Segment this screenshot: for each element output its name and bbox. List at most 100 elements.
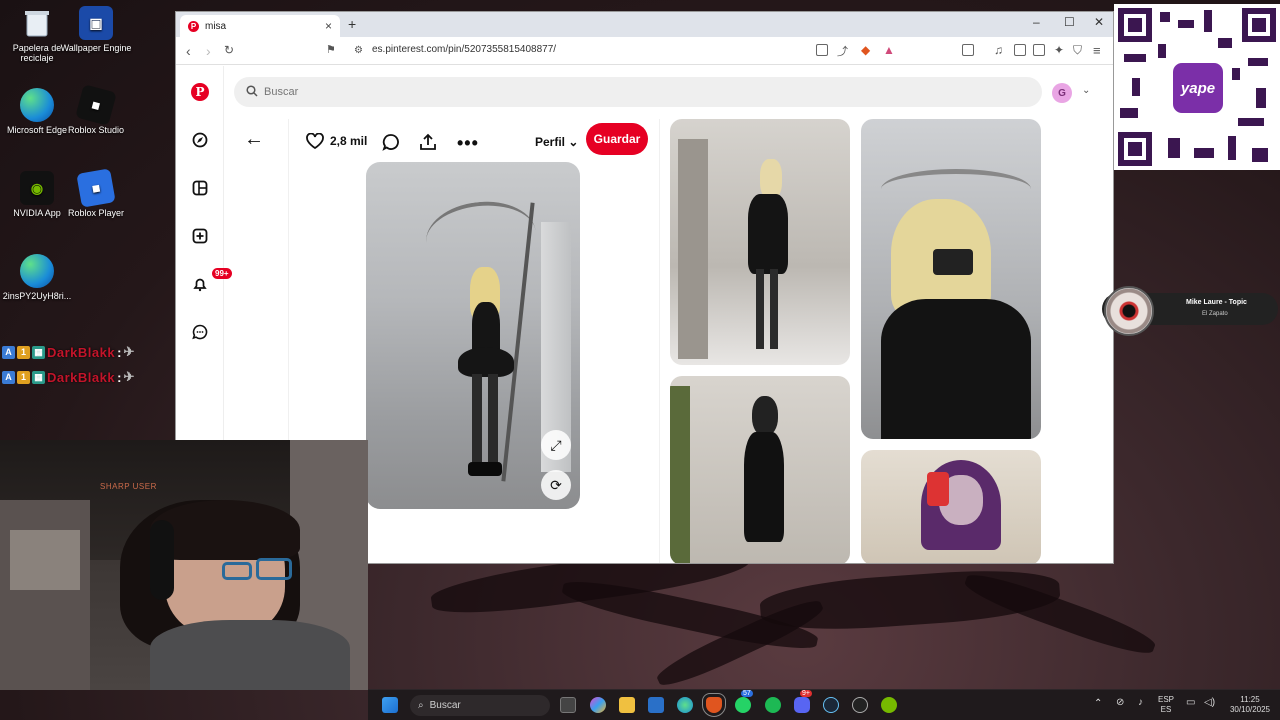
tab-title: misa — [205, 20, 227, 32]
create-icon[interactable] — [190, 226, 210, 246]
related-pin[interactable] — [861, 119, 1041, 439]
windows-start-icon[interactable] — [382, 697, 398, 713]
close-window-button[interactable]: ✕ — [1094, 15, 1104, 29]
language-top: ESP — [1158, 695, 1175, 704]
nvidia-icon[interactable] — [881, 697, 897, 713]
obs-icon[interactable] — [852, 697, 868, 713]
whatsapp-icon[interactable]: 57 — [735, 690, 753, 713]
store-icon[interactable] — [648, 697, 664, 713]
bookmark-icon[interactable]: ⚑ — [326, 43, 336, 56]
file-explorer-icon[interactable] — [619, 697, 635, 713]
messages-icon[interactable] — [190, 322, 210, 342]
site-info-icon[interactable]: ⚙ — [354, 45, 363, 56]
desktop-icon-roblox-player[interactable]: ■ Roblox Player — [59, 168, 133, 218]
clock-date: 30/10/2025 — [1229, 705, 1271, 714]
copilot-icon[interactable] — [590, 697, 606, 713]
profile-dropdown[interactable]: Perfil ⌄ — [535, 135, 578, 149]
chat-separator: : — [117, 369, 122, 385]
expand-icon[interactable]: ⤢ — [541, 430, 571, 460]
language-bottom: ES — [1160, 705, 1172, 714]
like-button[interactable]: 2,8 mil — [306, 133, 367, 149]
save-button[interactable]: Guardar — [586, 123, 648, 155]
tab-search-icon[interactable] — [962, 44, 974, 56]
desktop-icon-wallpaper-engine[interactable]: ▣ Wallpaper Engine — [59, 6, 133, 53]
music-subtitle: El Zapato — [1202, 311, 1228, 317]
taskbar-search[interactable]: ⌕ Buscar — [410, 695, 550, 716]
sidebar-icon[interactable] — [1014, 44, 1026, 56]
chat-badge-icon: ▦ — [32, 345, 45, 359]
clock[interactable]: 11:25 30/10/2025 — [1224, 695, 1276, 715]
chat-message: A 1 ▦ DarkBlakk : ✈ — [2, 344, 134, 360]
visual-search-icon[interactable]: ⟳ — [541, 470, 571, 500]
new-tab-button[interactable]: + — [348, 16, 356, 32]
brave-rewards-icon[interactable]: ▲ — [883, 43, 895, 57]
chevron-down-icon[interactable]: ⌄ — [1082, 85, 1090, 96]
reload-icon[interactable]: ↻ — [224, 43, 234, 57]
likes-count: 2,8 mil — [330, 134, 368, 148]
back-arrow-button[interactable]: ← — [244, 128, 264, 151]
tab-misa[interactable]: P misa × — [180, 15, 340, 37]
brave-icon[interactable] — [702, 693, 726, 717]
steam-icon[interactable] — [823, 697, 839, 713]
notifications-badge: 99+ — [212, 268, 232, 279]
minimize-button[interactable]: – — [1033, 15, 1040, 29]
back-nav-icon[interactable]: ‹ — [186, 43, 191, 59]
tray-chevron-icon[interactable]: ⌃ — [1094, 699, 1102, 709]
url-text[interactable]: es.pinterest.com/pin/5207355815408877/ — [372, 44, 556, 55]
chat-separator: : — [117, 344, 122, 360]
desktop-icon-edge-shortcut[interactable]: 2insPY2UyH8ri... — [0, 254, 74, 301]
share-icon[interactable]: ⤴ — [837, 43, 848, 59]
wallpaper-engine-icon: ▣ — [79, 6, 113, 40]
main-pin-image[interactable]: ⤢ ⟳ — [366, 162, 580, 509]
webcam-feed: SHARP USER — [0, 440, 368, 690]
volume-icon[interactable]: ◁) — [1204, 698, 1215, 708]
tab-close-icon[interactable]: × — [325, 19, 332, 33]
more-options-button[interactable]: ••• — [457, 133, 479, 154]
desktop-icon-label: Roblox Studio — [67, 125, 125, 135]
media-icon[interactable]: ♫ — [994, 43, 1003, 57]
cast-icon[interactable] — [816, 44, 828, 56]
related-pin[interactable] — [670, 119, 850, 365]
search-input[interactable]: Buscar — [234, 77, 1042, 107]
share-button[interactable] — [419, 133, 437, 151]
roblox-studio-icon: ■ — [75, 84, 117, 126]
brave-shield-icon[interactable]: ◆ — [861, 43, 870, 57]
explore-icon[interactable] — [190, 130, 210, 150]
taskbar: ⌕ Buscar 57 9+ ⌃ ⊘ ♪ ESP ES ▭ ◁) 11:25 3… — [368, 689, 1280, 720]
notifications-icon[interactable]: 99+ — [190, 268, 232, 294]
avatar[interactable]: G — [1052, 83, 1072, 103]
discord-badge: 9+ — [800, 690, 812, 697]
related-pin[interactable] — [861, 450, 1041, 563]
display-icon[interactable]: ▭ — [1186, 698, 1195, 708]
nvidia-icon: ◉ — [20, 171, 54, 205]
comment-button[interactable] — [382, 133, 400, 151]
desktop-icon-roblox-studio[interactable]: ■ Roblox Studio — [59, 84, 133, 135]
yape-logo: yape — [1170, 60, 1226, 116]
task-view-icon[interactable] — [560, 697, 576, 713]
boards-icon[interactable] — [190, 178, 210, 198]
leo-ai-icon[interactable]: ✦ — [1054, 43, 1064, 57]
edge-icon[interactable] — [677, 697, 693, 713]
maximize-button[interactable]: ☐ — [1064, 15, 1075, 29]
wallet-icon[interactable] — [1033, 44, 1045, 56]
chat-badge-icon: 1 — [17, 370, 30, 384]
desktop-icon-label: 2insPY2UyH8ri... — [2, 291, 72, 301]
spotify-icon[interactable] — [765, 697, 781, 713]
emote-icon: ✈ — [123, 344, 135, 359]
language-indicator[interactable]: ESP ES — [1158, 695, 1174, 715]
taskbar-search-label: Buscar — [429, 700, 461, 711]
related-pin[interactable] — [670, 376, 850, 563]
menu-icon[interactable]: ≡ — [1093, 43, 1101, 58]
search-placeholder: Buscar — [264, 86, 299, 98]
desktop-icon-label: NVIDIA App — [13, 208, 61, 218]
network-off-icon[interactable]: ⊘ — [1116, 698, 1124, 708]
forward-nav-icon[interactable]: › — [206, 43, 211, 59]
discord-icon[interactable]: 9+ — [794, 690, 812, 713]
vpn-icon[interactable]: ⛉ — [1073, 43, 1082, 58]
microphone-icon[interactable]: ♪ — [1138, 698, 1143, 708]
search-icon — [246, 84, 258, 100]
pinterest-logo-icon[interactable]: P — [190, 82, 210, 102]
chat-username: DarkBlakk — [47, 369, 116, 385]
chat-username: DarkBlakk — [47, 344, 116, 360]
chat-badge-icon: A — [2, 345, 15, 359]
